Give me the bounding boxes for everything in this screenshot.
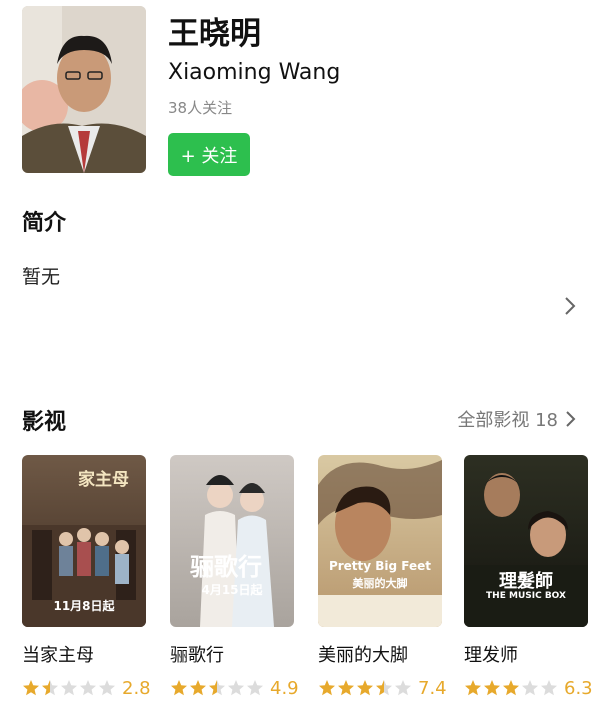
person-name-en: Xiaoming Wang <box>168 60 341 85</box>
poster-caption: Pretty Big Feet <box>328 559 432 573</box>
films-heading: 影视 <box>22 410 67 435</box>
star-rating <box>170 679 264 697</box>
film-card[interactable]: 骊歌行 4月15日起 骊歌行 4.9 <box>170 455 299 699</box>
star-icon <box>61 680 77 696</box>
film-poster: 理髮師 THE MUSIC BOX <box>464 455 588 627</box>
star-icon <box>522 680 538 696</box>
star-icon <box>338 680 354 696</box>
star-icon <box>228 680 244 696</box>
film-poster: Pretty Big Feet 美丽的大脚 <box>318 455 442 627</box>
film-score: 7.4 <box>418 677 447 699</box>
star-icon <box>484 680 500 696</box>
chevron-right-icon[interactable] <box>560 295 580 317</box>
all-films-link[interactable]: 全部影视 18 <box>457 406 578 432</box>
star-icon <box>99 680 115 696</box>
poster-caption: 11月8日起 <box>53 599 115 613</box>
star-icon <box>190 680 206 696</box>
film-title: 骊歌行 <box>170 645 224 666</box>
film-card[interactable]: Pretty Big Feet 美丽的大脚 美丽的大脚 7.4 <box>318 455 447 699</box>
follow-button[interactable]: + 关注 <box>168 133 250 176</box>
chevron-right-icon <box>566 411 576 427</box>
follower-count: 38人关注 <box>168 99 233 117</box>
intro-text: 暂无 <box>22 266 61 288</box>
star-icon <box>503 680 519 696</box>
poster-subtitle: 美丽的大脚 <box>352 577 408 590</box>
poster-title: 理髮師 <box>499 571 553 592</box>
star-icon <box>209 680 225 696</box>
star-icon <box>465 680 481 696</box>
avatar <box>22 6 146 173</box>
star-icon <box>376 680 392 696</box>
poster-subtitle: THE MUSIC BOX <box>486 591 566 601</box>
film-poster: 家主母 11月8日起 <box>22 455 146 627</box>
star-icon <box>541 680 557 696</box>
person-name-cn: 王晓明 <box>168 16 261 52</box>
film-card[interactable]: 理髮師 THE MUSIC BOX 理发师 6.3 <box>464 455 593 699</box>
film-score: 6.3 <box>564 677 593 699</box>
star-rating <box>22 679 116 697</box>
film-score: 2.8 <box>122 677 151 699</box>
film-rating: 7.4 <box>318 677 447 699</box>
star-rating <box>464 679 558 697</box>
film-rating: 4.9 <box>170 677 299 699</box>
all-films-label: 全部影视 18 <box>457 410 558 431</box>
film-poster: 骊歌行 4月15日起 <box>170 455 294 627</box>
poster-caption: 4月15日起 <box>201 583 263 597</box>
film-title: 美丽的大脚 <box>318 645 408 666</box>
star-icon <box>319 680 335 696</box>
star-icon <box>42 680 58 696</box>
film-score: 4.9 <box>270 677 299 699</box>
film-title: 当家主母 <box>22 645 94 666</box>
star-icon <box>171 680 187 696</box>
film-rating: 6.3 <box>464 677 593 699</box>
star-icon <box>357 680 373 696</box>
star-icon <box>395 680 411 696</box>
poster-title: 骊歌行 <box>190 553 262 581</box>
film-title: 理发师 <box>464 645 518 666</box>
star-icon <box>23 680 39 696</box>
film-rating: 2.8 <box>22 677 151 699</box>
intro-heading: 简介 <box>22 211 67 236</box>
star-icon <box>247 680 263 696</box>
star-icon <box>80 680 96 696</box>
star-rating <box>318 679 412 697</box>
film-card[interactable]: 家主母 11月8日起 当家主母 2.8 <box>22 455 151 699</box>
